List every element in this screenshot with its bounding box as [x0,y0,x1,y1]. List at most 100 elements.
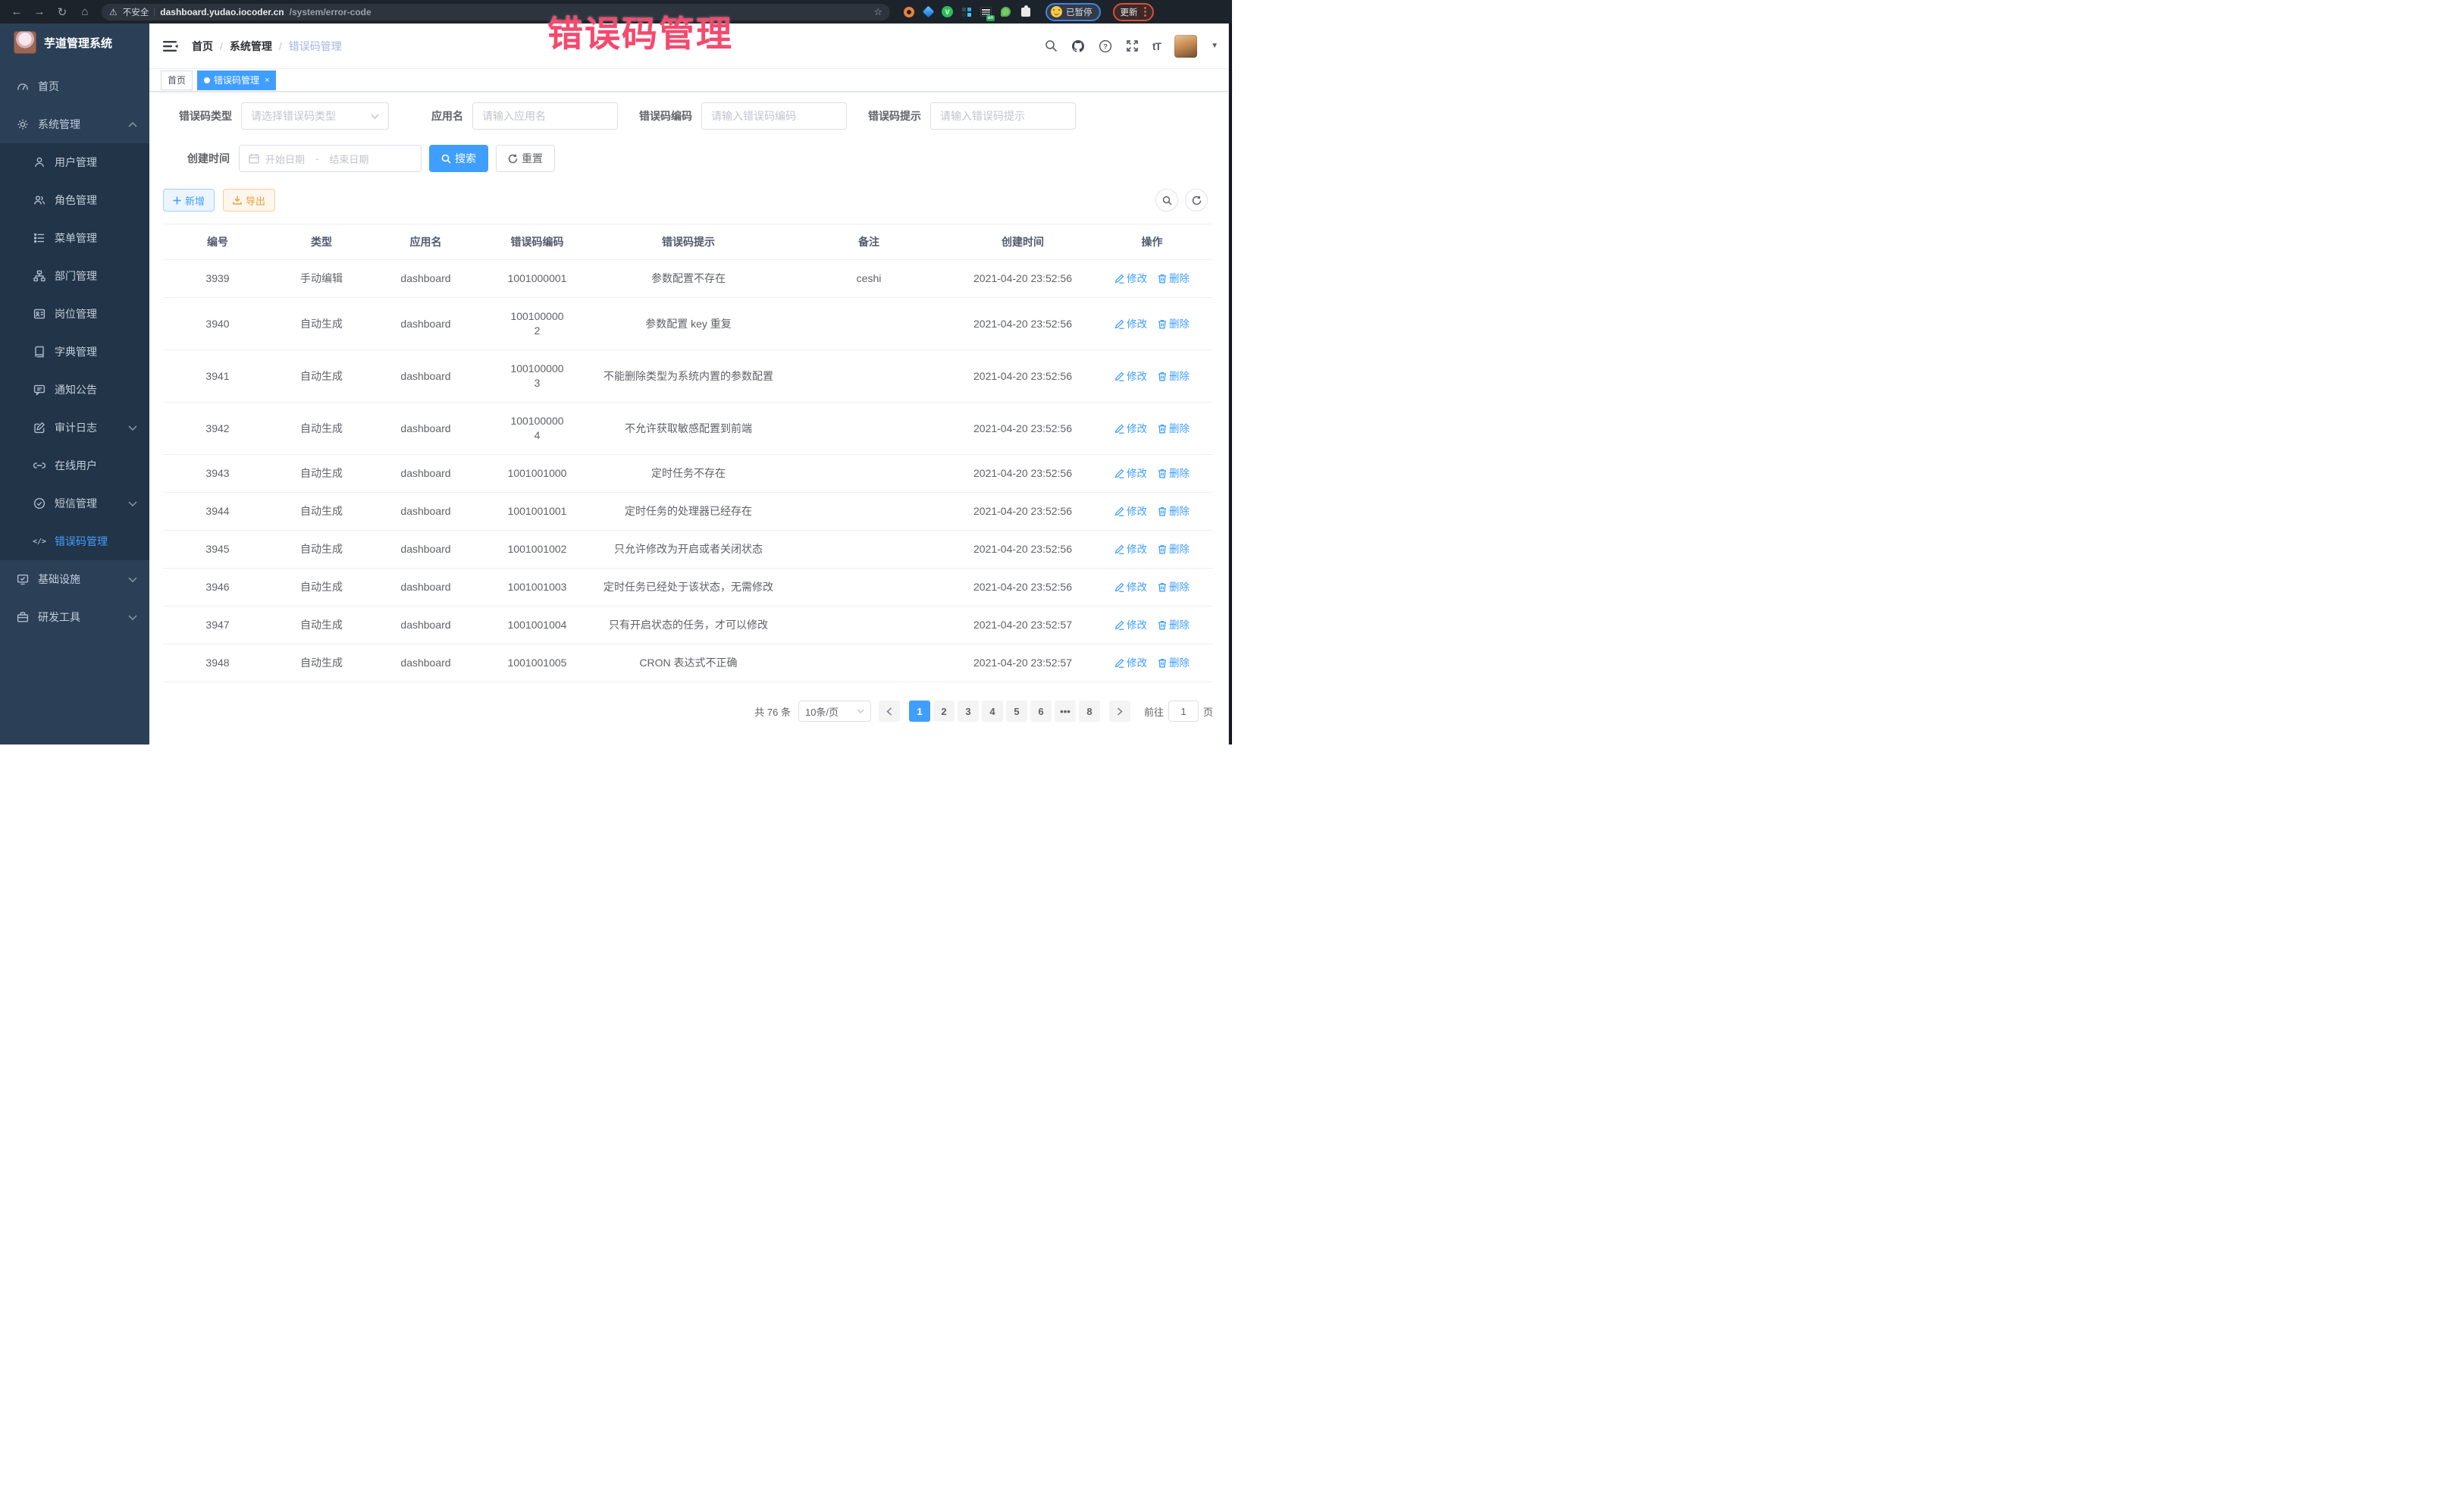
browser-update-button[interactable]: 更新 [1113,3,1154,21]
reset-button[interactable]: 重置 [496,145,555,172]
sidebar-item-home[interactable]: 首页 [0,67,149,105]
delete-link[interactable]: 删除 [1158,422,1190,436]
toggle-search-icon[interactable] [1155,189,1178,212]
app-name-input[interactable] [482,110,608,122]
page-size-select[interactable]: 10条/页 [798,701,871,722]
app-logo[interactable]: 芋道管理系统 [0,24,149,61]
fullscreen-icon[interactable] [1126,39,1139,52]
tab-home[interactable]: 首页 [161,71,193,90]
create-time-range-picker[interactable]: 开始日期 - 结束日期 [239,145,422,172]
delete-link[interactable]: 删除 [1158,542,1190,556]
breadcrumb-system[interactable]: 系统管理 [230,39,272,54]
avatar-caret-down-icon[interactable]: ▼ [1211,42,1218,50]
refresh-table-icon[interactable] [1185,189,1208,212]
edit-link[interactable]: 修改 [1114,317,1147,331]
sidebar-item-system-management[interactable]: 系统管理 [0,105,149,143]
pager-goto-input[interactable] [1168,701,1199,722]
delete-link[interactable]: 删除 [1158,271,1190,286]
pager-page-1[interactable]: 1 [909,701,930,722]
delete-link[interactable]: 删除 [1158,580,1190,594]
delete-link[interactable]: 删除 [1158,656,1190,670]
edit-link[interactable]: 修改 [1114,504,1147,519]
browser-menu-icon[interactable] [1144,7,1146,17]
column-header[interactable]: 备注 [783,224,955,259]
sidebar-item-infrastructure[interactable]: 基础设施 [0,560,149,598]
pager-page-3[interactable]: 3 [958,701,979,722]
cell-code: 1001001002 [481,531,594,568]
tab-error-code[interactable]: 错误码管理 × [197,71,276,90]
add-button[interactable]: 新增 [163,189,215,212]
ext-puzzle-icon[interactable] [1019,5,1032,18]
sidebar-item-notice[interactable]: 通知公告 [0,371,149,409]
help-question-icon[interactable]: ? [1099,39,1112,53]
sidebar-item-dev-tools[interactable]: 研发工具 [0,598,149,636]
delete-link[interactable]: 删除 [1158,466,1190,481]
browser-back-icon[interactable]: ← [8,3,26,21]
cell-actions: 修改删除 [1091,358,1213,395]
bookmark-star-icon[interactable]: ☆ [873,6,882,18]
sidebar-fold-icon[interactable] [163,40,178,52]
sidebar-item-error-code-management[interactable]: </>错误码管理 [0,522,149,560]
header-search-icon[interactable] [1045,39,1058,52]
pager-ellipsis[interactable]: ••• [1055,701,1076,722]
sidebar-item-user-management[interactable]: 用户管理 [0,143,149,181]
export-button[interactable]: 导出 [223,189,275,212]
github-icon[interactable] [1071,39,1085,53]
browser-home-icon[interactable]: ⌂ [76,3,94,21]
column-header[interactable]: 操作 [1091,224,1213,259]
pager-page-4[interactable]: 4 [982,701,1003,722]
browser-forward-icon[interactable]: → [30,3,49,21]
edit-link[interactable]: 修改 [1114,542,1147,556]
tab-close-icon[interactable]: × [265,71,269,89]
ext-vue-devtools-icon[interactable]: V [942,6,953,17]
ext-switchyomega-icon[interactable]: on [980,5,992,18]
delete-link[interactable]: 删除 [1158,369,1190,384]
column-header[interactable]: 编号 [163,224,272,259]
column-header[interactable]: 应用名 [371,224,481,259]
error-type-select[interactable]: 请选择错误码类型 [241,102,389,130]
browser-reload-icon[interactable]: ↻ [53,3,71,21]
pager-page-2[interactable]: 2 [933,701,955,722]
pager-page-6[interactable]: 6 [1030,701,1052,722]
sidebar-item-dept-management[interactable]: 部门管理 [0,257,149,295]
search-button[interactable]: 搜索 [429,145,488,172]
sidebar-item-role-management[interactable]: 角色管理 [0,181,149,219]
error-code-input[interactable] [711,110,837,122]
pager-page-5[interactable]: 5 [1006,701,1027,722]
pager-next-icon[interactable] [1109,701,1130,722]
edit-link[interactable]: 修改 [1114,271,1147,286]
edit-link[interactable]: 修改 [1114,618,1147,632]
sidebar-item-post-management[interactable]: 岗位管理 [0,295,149,333]
sidebar-item-sms-management[interactable]: 短信管理 [0,484,149,522]
ext-gem-icon[interactable] [922,5,935,18]
user-avatar[interactable] [1174,35,1197,58]
ext-ring-icon[interactable] [902,5,915,18]
edit-link[interactable]: 修改 [1114,422,1147,436]
edit-link[interactable]: 修改 [1114,580,1147,594]
ext-grid-icon[interactable] [960,5,973,18]
sidebar-item-menu-management[interactable]: 菜单管理 [0,219,149,257]
browser-scrollbar[interactable] [1228,24,1232,744]
delete-link[interactable]: 删除 [1158,618,1190,632]
font-size-icon[interactable]: tT [1152,40,1161,52]
sidebar-item-dict-management[interactable]: 字典管理 [0,333,149,371]
address-bar[interactable]: ⚠ 不安全 dashboard.yudao.iocoder.cn /system… [102,4,890,20]
column-header[interactable]: 错误码提示 [594,224,783,259]
ext-leaf-icon[interactable] [999,5,1012,18]
sidebar-item-online-users[interactable]: 在线用户 [0,447,149,484]
edit-link[interactable]: 修改 [1114,466,1147,481]
column-header[interactable]: 创建时间 [955,224,1091,259]
column-header[interactable]: 错误码编码 [481,224,594,259]
sidebar-item-audit-log[interactable]: 审计日志 [0,409,149,447]
browser-profile-chip[interactable]: 已暂停 [1045,3,1101,21]
breadcrumb-home[interactable]: 首页 [192,39,213,54]
edit-link[interactable]: 修改 [1114,369,1147,384]
pager-page-8[interactable]: 8 [1079,701,1100,722]
edit-link[interactable]: 修改 [1114,656,1147,670]
error-msg-input[interactable] [940,110,1066,122]
column-header[interactable]: 类型 [272,224,371,259]
delete-link[interactable]: 删除 [1158,504,1190,519]
cell-time: 2021-04-20 23:52:56 [955,455,1091,492]
delete-link[interactable]: 删除 [1158,317,1190,331]
pager-prev-icon[interactable] [879,701,900,722]
